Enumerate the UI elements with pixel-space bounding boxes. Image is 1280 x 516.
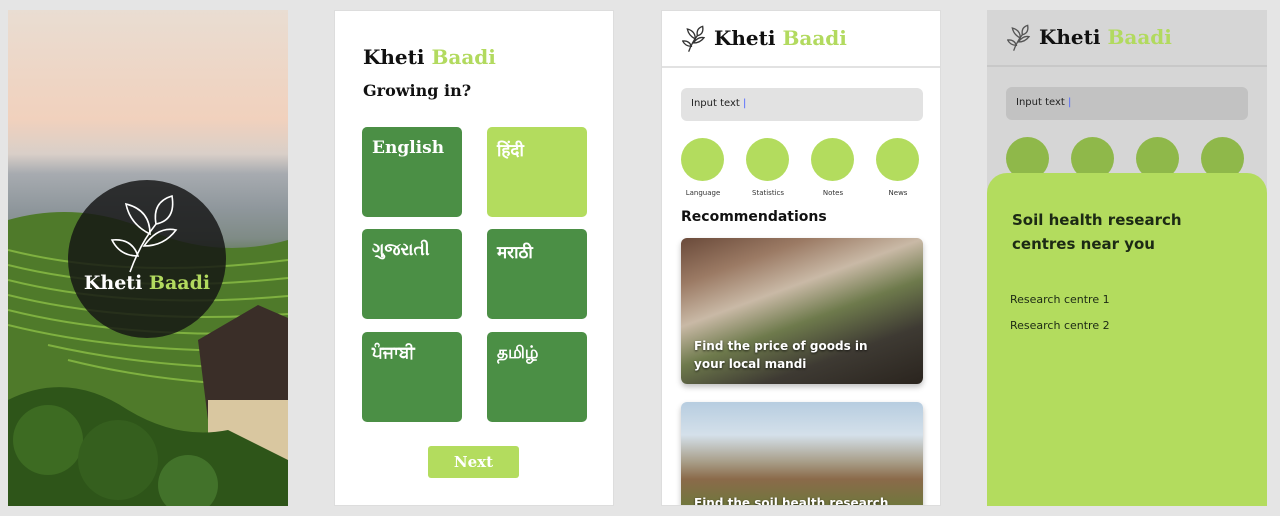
language-option-hindi[interactable]: हिंदी	[487, 127, 587, 217]
leaf-icon	[110, 194, 178, 273]
quick-action-label-notes: Notes	[822, 189, 844, 197]
language-option-tamil[interactable]: தமிழ்	[487, 332, 587, 422]
leaf-icon	[682, 25, 706, 52]
brand-name-part1: Kheti	[1039, 25, 1101, 49]
search-placeholder: Input text	[1016, 97, 1065, 108]
panel-title: Soil health research centres near you	[1012, 211, 1182, 253]
brand-title: Kheti Baadi	[363, 45, 496, 69]
brand-name-part2: Baadi	[1107, 25, 1172, 49]
next-button[interactable]: Next	[428, 446, 519, 478]
language-screen: Kheti Baadi Growing in? English हिंदी ગુ…	[334, 10, 614, 506]
header-brand: Kheti Baadi	[1039, 25, 1172, 49]
app-header: Kheti Baadi	[987, 10, 1267, 67]
brand-name-part1: Kheti	[363, 45, 425, 69]
quick-action-label-news: News	[888, 189, 908, 197]
splash-screen: Kheti Baadi	[8, 10, 288, 506]
notes-icon[interactable]	[811, 138, 854, 181]
recommendation-card-text: Find the price of goods in your local ma…	[694, 339, 868, 371]
header-brand: Kheti Baadi	[714, 26, 847, 50]
app-header: Kheti Baadi	[662, 11, 940, 68]
brand-name-part1: Kheti	[83, 272, 143, 294]
language-option-english[interactable]: English	[362, 127, 462, 217]
recommendation-card-mandi[interactable]: Find the price of goods in your local ma…	[681, 238, 923, 384]
search-placeholder: Input text	[691, 98, 740, 109]
language-icon[interactable]	[681, 138, 724, 181]
search-input[interactable]: Input text |	[681, 88, 923, 121]
language-option-gujarati[interactable]: ગુજરાતી	[362, 229, 462, 319]
language-option-marathi[interactable]: मराठी	[487, 229, 587, 319]
language-option-punjabi[interactable]: ਪੰਜਾਬੀ	[362, 332, 462, 422]
quick-action-label-statistics: Statistics	[752, 189, 784, 197]
brand-name-part2: Baadi	[148, 272, 211, 294]
search-input[interactable]: Input text |	[1006, 87, 1248, 120]
logo-badge: Kheti Baadi	[68, 180, 226, 338]
recommendations-title: Recommendations	[681, 209, 827, 225]
home-screen: Kheti Baadi Input text | Language Statis…	[661, 10, 941, 506]
splash-brand: Kheti Baadi	[68, 272, 226, 294]
research-centre-item[interactable]: Research centre 1	[1010, 293, 1110, 306]
text-caret: |	[743, 98, 747, 109]
research-panel: Soil health research centres near you Re…	[987, 173, 1267, 506]
quick-action-label-language: Language	[685, 189, 721, 197]
leaf-icon	[1007, 24, 1031, 51]
brand-name-part2: Baadi	[782, 26, 847, 50]
research-screen: Kheti Baadi Input text | Soil health res…	[987, 10, 1267, 506]
brand-name-part1: Kheti	[714, 26, 776, 50]
recommendation-card-soil[interactable]: Find the soil health research	[681, 402, 923, 506]
statistics-icon[interactable]	[746, 138, 789, 181]
recommendation-card-text: Find the soil health research	[694, 496, 889, 506]
brand-name-part2: Baadi	[431, 45, 496, 69]
growing-in-subtitle: Growing in?	[363, 81, 472, 100]
research-centre-item[interactable]: Research centre 2	[1010, 319, 1110, 332]
news-icon[interactable]	[876, 138, 919, 181]
text-caret: |	[1068, 97, 1072, 108]
